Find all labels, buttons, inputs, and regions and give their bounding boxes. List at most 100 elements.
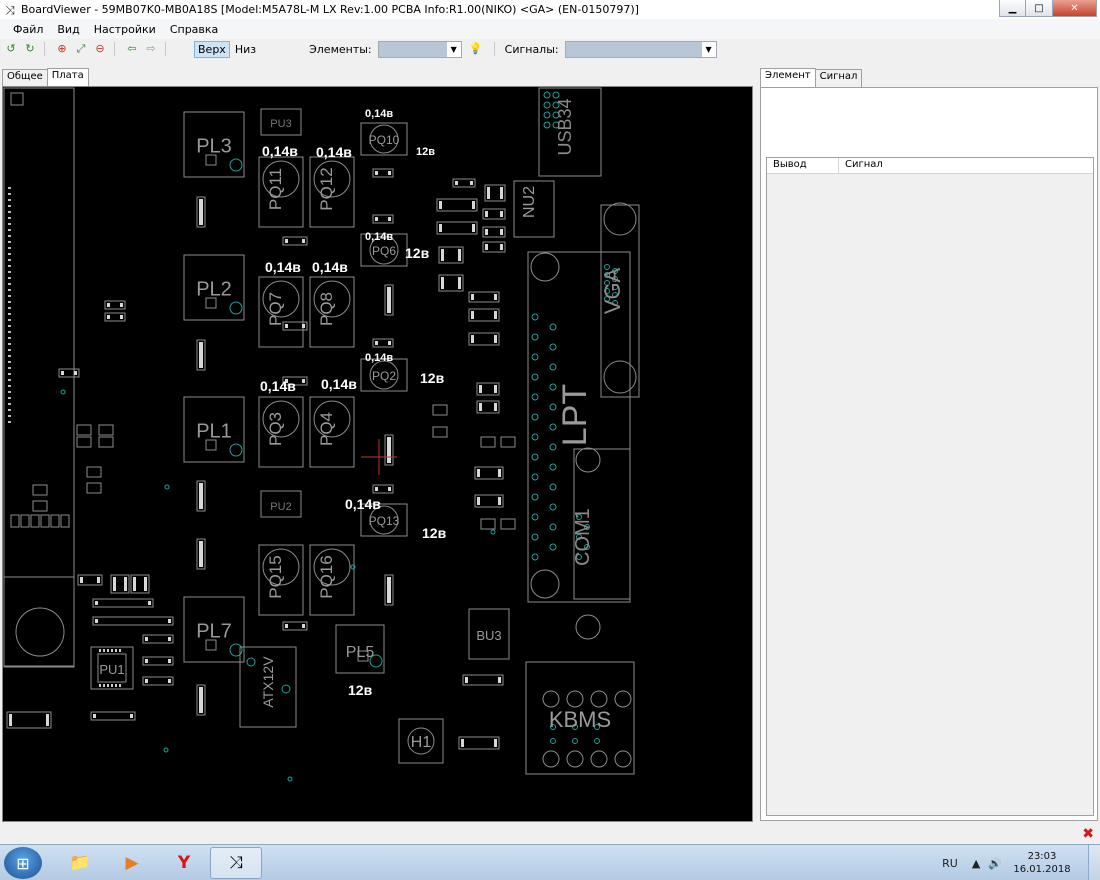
right-tabs: Элемент Сигнал [760, 68, 1098, 87]
lpt-pad [531, 553, 539, 561]
maximize-button[interactable]: □ [1026, 0, 1053, 17]
mount-hole [575, 614, 601, 640]
smd-part [20, 514, 30, 528]
chevron-down-icon: ▼ [701, 41, 716, 57]
smd-pad [200, 541, 203, 567]
yandex-browser-icon[interactable]: Y [158, 847, 210, 879]
toolbar-separator [165, 42, 166, 56]
chip-pin [99, 684, 101, 687]
menu-file[interactable]: Файл [6, 23, 50, 36]
rotate-right-icon[interactable]: ↻ [22, 41, 38, 57]
tab-general[interactable]: Общее [2, 69, 48, 87]
lpt-pad [531, 533, 539, 541]
table-header: Вывод Сигнал [767, 158, 1093, 174]
zoom-fit-icon[interactable]: ⤢ [73, 41, 89, 57]
smd-part [98, 424, 114, 436]
smd-pad [302, 624, 305, 628]
mosfet-label: PQ3 [266, 412, 285, 446]
back-arrow-icon[interactable]: ⇦ [124, 41, 140, 57]
smd-pad [388, 577, 391, 603]
smd-pad [375, 487, 378, 491]
smd-pad [168, 619, 171, 623]
menu-view[interactable]: Вид [50, 23, 86, 36]
chip-pin [107, 649, 109, 652]
language-indicator[interactable]: RU [942, 857, 958, 870]
smd-pad [485, 211, 488, 217]
clock-date: 16.01.2018 [1013, 864, 1071, 875]
lightbulb-icon[interactable]: 💡 [468, 41, 484, 57]
smd-pad [487, 187, 490, 199]
start-button[interactable]: ⊞ [4, 847, 42, 879]
explorer-icon[interactable]: 📁 [54, 847, 106, 879]
kbms-hole [542, 750, 560, 768]
tab-element[interactable]: Элемент [760, 68, 816, 87]
smd-pad [144, 577, 147, 591]
smd-pad [95, 619, 98, 623]
smd-part [10, 92, 24, 106]
show-desktop-button[interactable] [1088, 845, 1100, 880]
edge-contact [8, 217, 11, 219]
edge-contact [8, 391, 11, 393]
zoom-out-icon[interactable]: ⊖ [92, 41, 108, 57]
minimize-button[interactable]: ▁ [999, 0, 1026, 17]
tab-signal[interactable]: Сигнал [814, 69, 863, 87]
edge-contact [8, 403, 11, 405]
smd-pad [200, 483, 203, 509]
smd-part [10, 514, 20, 528]
column-pin[interactable]: Вывод [767, 158, 839, 173]
media-player-icon[interactable]: ▶ [106, 847, 158, 879]
mount-hole [575, 447, 601, 473]
board-drawing[interactable]: PL3 PL2 PL1 PL7 PL5 PQ11 PQ12 PQ7 PQ8 PQ3 PQ4 PQ15 P… [3, 87, 753, 822]
menu-settings[interactable]: Настройки [87, 23, 163, 36]
rotate-left-icon[interactable]: ↺ [3, 41, 19, 57]
clock[interactable]: 23:03 16.01.2018 [1010, 850, 1074, 876]
edge-contact [8, 301, 11, 303]
pins-table[interactable]: Вывод Сигнал [766, 157, 1094, 816]
lpt-pad [531, 313, 539, 321]
lpt-pad [531, 393, 539, 401]
close-icon[interactable]: ✖ [1082, 826, 1094, 842]
forward-arrow-icon[interactable]: ⇨ [143, 41, 159, 57]
elements-combo[interactable]: ▼ [377, 40, 462, 58]
chip-label: NU2 [521, 186, 538, 218]
menu-help[interactable]: Справка [163, 23, 225, 36]
voltage-annotation: 0,14в [316, 144, 352, 160]
signals-combo[interactable]: ▼ [564, 40, 717, 58]
edge-contact [8, 331, 11, 333]
inductor-label: PL7 [196, 621, 232, 643]
close-button[interactable]: ✕ [1053, 0, 1097, 17]
via [163, 747, 169, 753]
smd-part [432, 426, 448, 438]
edge-contact [8, 415, 11, 417]
mount-hole [530, 252, 560, 282]
chip-label: PU3 [270, 118, 291, 130]
smd-pad [200, 687, 203, 713]
column-signal[interactable]: Сигнал [839, 158, 1093, 173]
voltage-annotation: 0,14в [312, 259, 348, 275]
usb-label: USB34 [555, 98, 575, 155]
volume-icon[interactable]: 🔊 [988, 857, 1002, 870]
smd-pad [375, 171, 378, 175]
edge-contact [8, 385, 11, 387]
tray-expand-icon[interactable]: ▲ [972, 857, 980, 870]
edge-contact [8, 223, 11, 225]
boardviewer-task-icon[interactable]: ⤨ [210, 847, 262, 879]
side-bottom-button[interactable]: Низ [232, 42, 259, 57]
element-info-panel: Вывод Сигнал [760, 87, 1098, 821]
side-top-button[interactable]: Верх [194, 40, 230, 58]
edge-contact [8, 307, 11, 309]
tab-board[interactable]: Плата [46, 68, 89, 87]
voltage-annotation: 0,14в [345, 496, 381, 512]
inductor-label: PL1 [196, 421, 232, 443]
smd-part [76, 436, 92, 448]
edge-contact [8, 337, 11, 339]
smd-part [86, 482, 102, 494]
board-canvas[interactable]: PL3 PL2 PL1 PL7 PL5 PQ11 PQ12 PQ7 PQ8 PQ3 PQ4 PQ15 P… [2, 86, 753, 822]
smd-pad [441, 249, 444, 261]
edge-contact [8, 367, 11, 369]
voltage-annotation: 0,14в [365, 231, 393, 243]
smd-pad [302, 379, 305, 383]
lpt-pad [549, 323, 557, 331]
zoom-in-icon[interactable]: ⊕ [54, 41, 70, 57]
voltage-annotation: 0,14в [365, 352, 393, 364]
